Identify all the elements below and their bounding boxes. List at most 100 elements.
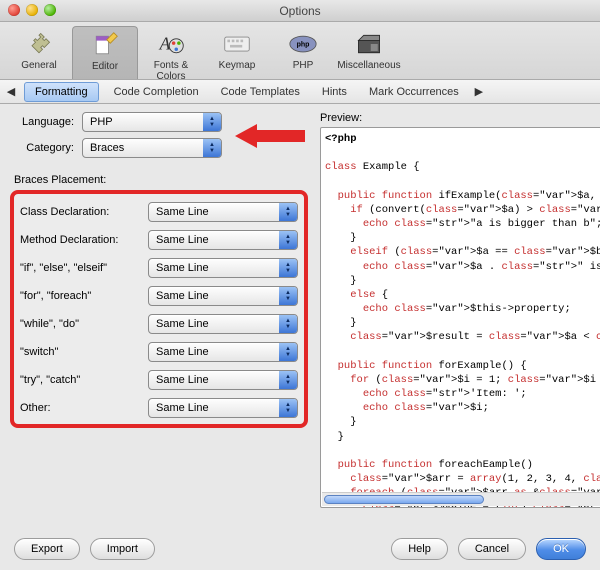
- chevrons-icon: [279, 315, 297, 333]
- row-label: Class Declaration:: [20, 206, 148, 218]
- chevrons-icon: [279, 259, 297, 277]
- right-panel: Preview: <?php class Example { public fu…: [320, 112, 600, 508]
- svg-text:A: A: [159, 33, 171, 53]
- tab-formatting[interactable]: Formatting: [24, 82, 99, 102]
- scrollbar-horizontal[interactable]: ◀ ▶: [322, 492, 600, 506]
- try-catch-select[interactable]: Same Line: [148, 370, 298, 390]
- row-label: "while", "do": [20, 318, 148, 330]
- toolbar-php[interactable]: php PHP: [270, 26, 336, 79]
- row-label: Other:: [20, 402, 148, 414]
- button-label: Import: [107, 543, 138, 555]
- tab-scroll-right[interactable]: ▶: [470, 80, 488, 103]
- tab-label: Code Completion: [114, 86, 199, 98]
- chevrons-icon: [203, 139, 221, 157]
- tab-code-completion[interactable]: Code Completion: [103, 80, 210, 103]
- main-toolbar: General Editor A Fonts & Colors Keymap p…: [0, 22, 600, 80]
- preview-label: Preview:: [320, 112, 600, 124]
- switch-select[interactable]: Same Line: [148, 342, 298, 362]
- toolbar-editor[interactable]: Editor: [72, 26, 138, 79]
- language-label: Language:: [10, 116, 74, 128]
- svg-text:php: php: [297, 42, 310, 49]
- while-do-select[interactable]: Same Line: [148, 314, 298, 334]
- toolbar-fonts-colors[interactable]: A Fonts & Colors: [138, 26, 204, 79]
- tab-code-templates[interactable]: Code Templates: [210, 80, 311, 103]
- editor-icon: [89, 31, 121, 59]
- toolbar-label: General: [6, 60, 72, 71]
- chevrons-icon: [279, 287, 297, 305]
- select-value: Same Line: [149, 346, 279, 358]
- dialog-footer: Export Import Help Cancel OK: [0, 538, 600, 560]
- select-value: Same Line: [149, 290, 279, 302]
- chevrons-icon: [279, 399, 297, 417]
- toolbar-label: Editor: [73, 61, 137, 72]
- button-label: Help: [408, 543, 431, 555]
- help-button[interactable]: Help: [391, 538, 448, 560]
- row-label: "try", "catch": [20, 374, 148, 386]
- tab-label: Formatting: [35, 86, 88, 98]
- button-label: OK: [553, 543, 569, 555]
- toolbar-misc[interactable]: Miscellaneous: [336, 26, 402, 79]
- tab-mark-occurrences[interactable]: Mark Occurrences: [358, 80, 470, 103]
- toolbar-label: Fonts & Colors: [138, 60, 204, 82]
- scrollbar-thumb[interactable]: [324, 495, 484, 504]
- button-label: Export: [31, 543, 63, 555]
- tab-label: Code Templates: [221, 86, 300, 98]
- toolbar-keymap[interactable]: Keymap: [204, 26, 270, 79]
- export-button[interactable]: Export: [14, 538, 80, 560]
- code-preview: <?php class Example { public function if…: [320, 127, 600, 508]
- tab-hints[interactable]: Hints: [311, 80, 358, 103]
- braces-placement-box: Class Declaration: Same Line Method Decl…: [10, 190, 308, 428]
- method-declaration-select[interactable]: Same Line: [148, 230, 298, 250]
- php-icon: php: [287, 30, 319, 58]
- misc-icon: [353, 30, 385, 58]
- select-value: Same Line: [149, 206, 279, 218]
- toolbar-label: PHP: [270, 60, 336, 71]
- cancel-button[interactable]: Cancel: [458, 538, 526, 560]
- chevrons-icon: [279, 231, 297, 249]
- tab-label: Hints: [322, 86, 347, 98]
- close-icon[interactable]: [8, 4, 20, 16]
- minimize-icon[interactable]: [26, 4, 38, 16]
- tab-scroll-left[interactable]: ◀: [2, 80, 20, 103]
- zoom-icon[interactable]: [44, 4, 56, 16]
- select-value: Same Line: [149, 374, 279, 386]
- keymap-icon: [221, 30, 253, 58]
- row-label: "switch": [20, 346, 148, 358]
- select-value: Same Line: [149, 402, 279, 414]
- content-area: Language: PHP Category: Braces Braces Pl…: [0, 104, 600, 514]
- titlebar: Options: [0, 0, 600, 22]
- category-select[interactable]: Braces: [82, 138, 222, 158]
- chevrons-icon: [279, 371, 297, 389]
- ok-button[interactable]: OK: [536, 538, 586, 560]
- import-button[interactable]: Import: [90, 538, 155, 560]
- select-value: PHP: [83, 116, 203, 128]
- subtab-bar: ◀ Formatting Code Completion Code Templa…: [0, 80, 600, 104]
- window-title: Options: [279, 4, 320, 18]
- braces-placement-label: Braces Placement:: [14, 174, 308, 186]
- select-value: Same Line: [149, 318, 279, 330]
- gear-icon: [23, 30, 55, 58]
- row-label: "for", "foreach": [20, 290, 148, 302]
- select-value: Same Line: [149, 234, 279, 246]
- chevrons-icon: [279, 343, 297, 361]
- class-declaration-select[interactable]: Same Line: [148, 202, 298, 222]
- language-select[interactable]: PHP: [82, 112, 222, 132]
- fonts-colors-icon: A: [155, 30, 187, 58]
- if-else-select[interactable]: Same Line: [148, 258, 298, 278]
- toolbar-general[interactable]: General: [6, 26, 72, 79]
- tab-label: Mark Occurrences: [369, 86, 459, 98]
- for-foreach-select[interactable]: Same Line: [148, 286, 298, 306]
- toolbar-label: Keymap: [204, 60, 270, 71]
- left-panel: Language: PHP Category: Braces Braces Pl…: [10, 112, 308, 508]
- button-label: Cancel: [475, 543, 509, 555]
- row-label: Method Declaration:: [20, 234, 148, 246]
- window-controls: [8, 4, 56, 16]
- category-label: Category:: [10, 142, 74, 154]
- select-value: Same Line: [149, 262, 279, 274]
- row-label: "if", "else", "elseif": [20, 262, 148, 274]
- chevrons-icon: [203, 113, 221, 131]
- toolbar-label: Miscellaneous: [336, 60, 402, 71]
- other-select[interactable]: Same Line: [148, 398, 298, 418]
- chevrons-icon: [279, 203, 297, 221]
- select-value: Braces: [83, 142, 203, 154]
